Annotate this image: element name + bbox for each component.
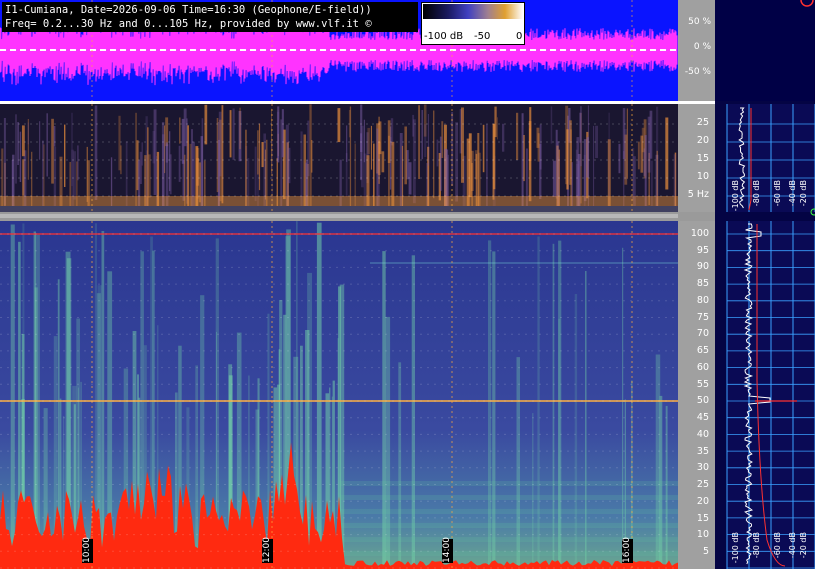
db-bottom-100: -100 dB: [731, 532, 740, 564]
time-label-1000: 10:00: [82, 537, 93, 563]
hf-tick-85: 85: [696, 278, 709, 289]
hf-tick-45: 45: [696, 412, 709, 423]
lf-tick-5: 5 Hz: [687, 189, 709, 200]
high-frequency-spectrogram-plot: [0, 221, 678, 569]
db-bottom-60: -60 dB: [773, 532, 782, 559]
hf-tick-5: 5: [702, 546, 709, 557]
lf-tick-25: 25: [696, 117, 709, 128]
hf-tick-55: 55: [696, 379, 709, 390]
amp-label-0: 0 %: [693, 42, 711, 52]
hf-tick-40: 40: [696, 429, 709, 440]
high-frequency-spectrogram: 10:00 12:00 14:00 16:00: [0, 221, 678, 569]
hf-tick-50: 50: [696, 395, 709, 406]
low-frequency-spectrogram: [0, 104, 678, 212]
time-label-1200: 12:00: [262, 537, 273, 563]
hf-tick-90: 90: [696, 261, 709, 272]
lf-tick-15: 15: [696, 153, 709, 164]
hf-tick-15: 15: [696, 513, 709, 524]
hf-tick-10: 10: [696, 529, 709, 540]
lf-tick-20: 20: [696, 135, 709, 146]
low-frequency-axis: 25 20 15 10 5 Hz: [678, 104, 715, 212]
panel-separator-2-inner: [0, 214, 678, 218]
db-top-80: -80 dB: [752, 180, 761, 207]
db-top-60: -60 dB: [773, 180, 782, 207]
hf-tick-80: 80: [696, 295, 709, 306]
hf-tick-75: 75: [696, 312, 709, 323]
db-bottom-20: -20 dB: [799, 532, 808, 559]
hf-tick-100: 100: [690, 228, 709, 239]
hf-tick-30: 30: [696, 462, 709, 473]
db-top-100: -100 dB: [731, 180, 740, 212]
color-scale-legend: -100 dB -50 0: [421, 2, 525, 45]
title-line-2: Freq= 0.2...30 Hz and 0...105 Hz, provid…: [5, 18, 372, 30]
time-label-1600: 16:00: [622, 537, 633, 563]
close-marker-icon: [800, 0, 814, 7]
color-scale-gradient: [423, 4, 523, 19]
low-frequency-spectrogram-plot: [0, 104, 678, 212]
hf-tick-20: 20: [696, 496, 709, 507]
hf-tick-35: 35: [696, 446, 709, 457]
db-bottom-80: -80 dB: [752, 532, 761, 559]
hf-tick-70: 70: [696, 328, 709, 339]
scale-label-mid: -50: [474, 31, 491, 42]
title-box: I1-Cumiana, Date=2026-09-06 Time=16:30 (…: [2, 2, 418, 32]
time-label-1400: 14:00: [442, 537, 453, 563]
amp-label-minus-50: -50 %: [684, 67, 711, 77]
hf-tick-95: 95: [696, 245, 709, 256]
title-line-1: I1-Cumiana, Date=2026-09-06 Time=16:30 (…: [5, 4, 372, 16]
db-top-40: -40 dB: [788, 180, 797, 207]
db-bottom-40: -40 dB: [788, 532, 797, 559]
hf-tick-60: 60: [696, 362, 709, 373]
high-frequency-axis: 100 90 80 70 60 50 40 30 20 10 95 85 75 …: [678, 221, 715, 569]
hf-tick-65: 65: [696, 345, 709, 356]
spectrum-panel-header: [715, 0, 815, 101]
scale-label-min: -100 dB: [424, 31, 464, 42]
db-top-20: -20 dB: [799, 180, 808, 207]
hf-tick-25: 25: [696, 479, 709, 490]
lf-tick-10: 10: [696, 171, 709, 182]
amp-label-50: 50 %: [688, 17, 711, 27]
scale-label-max: 0: [516, 31, 523, 42]
amplitude-axis: 50 % 0 % -50 %: [678, 0, 715, 101]
